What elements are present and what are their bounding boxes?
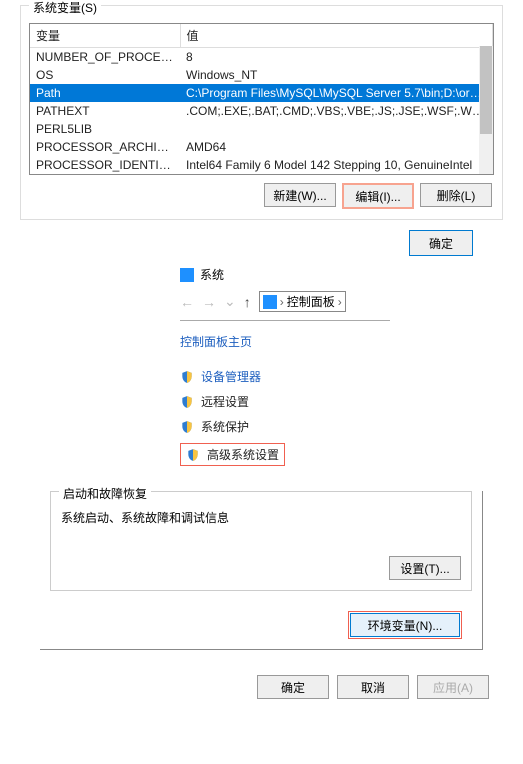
apply-button[interactable]: 应用(A): [417, 675, 489, 699]
up-arrow-icon[interactable]: ↑: [244, 294, 251, 310]
link-text: 设备管理器: [201, 368, 261, 385]
breadcrumb-item[interactable]: 控制面板: [287, 293, 335, 310]
col-variable[interactable]: 变量: [30, 24, 180, 48]
system-header: 系统: [180, 266, 390, 283]
table-row[interactable]: PATHEXT.COM;.EXE;.BAT;.CMD;.VBS;.VBE;.JS…: [30, 102, 493, 120]
shield-icon: [180, 420, 194, 434]
forward-arrow-icon[interactable]: →: [202, 294, 216, 310]
env-variables-button-highlight[interactable]: 环境变量(N)...: [348, 611, 462, 639]
cancel-button[interactable]: 取消: [337, 675, 409, 699]
dialog-buttons: 确定 取消 应用(A): [0, 675, 489, 699]
group-label: 系统变量(S): [29, 0, 101, 16]
computer-icon: [263, 295, 277, 309]
edit-button[interactable]: 编辑(I)...: [342, 183, 414, 209]
env-variables-button[interactable]: 环境变量(N)...: [350, 613, 460, 637]
variables-table[interactable]: 变量 值 NUMBER_OF_PROCESSORS8 OSWindows_NT …: [30, 24, 493, 174]
startup-recovery-group: 启动和故障恢复 系统启动、系统故障和调试信息 设置(T)...: [50, 491, 472, 591]
ok-row: 确定: [0, 230, 473, 256]
breadcrumb: ← → ⌄ ↑ › 控制面板 ›: [180, 291, 390, 321]
system-properties-panel: 启动和故障恢复 系统启动、系统故障和调试信息 设置(T)... 环境变量(N).…: [40, 491, 483, 650]
table-row-selected[interactable]: PathC:\Program Files\MySQL\MySQL Server …: [30, 84, 493, 102]
variable-buttons-row: 新建(W)... 编辑(I)... 删除(L): [21, 183, 492, 209]
system-nav-block: 系统 ← → ⌄ ↑ › 控制面板 › 控制面板主页 设备管理器 远程设置 系统…: [180, 266, 390, 466]
link-advanced-settings-highlight[interactable]: 高级系统设置: [180, 443, 285, 466]
chevron-right-icon: ›: [338, 295, 342, 309]
link-system-protection[interactable]: 系统保护: [180, 418, 390, 435]
computer-icon: [180, 268, 194, 282]
link-remote-settings[interactable]: 远程设置: [180, 393, 390, 410]
table-row[interactable]: OSWindows_NT: [30, 66, 493, 84]
scroll-thumb[interactable]: [480, 46, 492, 134]
ok-button[interactable]: 确定: [257, 675, 329, 699]
control-panel-home[interactable]: 控制面板主页: [180, 333, 390, 350]
link-text: 系统保护: [201, 418, 249, 435]
system-variables-group: 系统变量(S) 变量 值 NUMBER_OF_PROCESSORS8 OSWin…: [20, 5, 503, 220]
shield-icon: [186, 448, 200, 462]
link-device-manager[interactable]: 设备管理器: [180, 368, 390, 385]
shield-icon: [180, 395, 194, 409]
scrollbar[interactable]: [479, 46, 493, 174]
chevron-right-icon: ›: [280, 295, 284, 309]
shield-icon: [180, 370, 194, 384]
ok-button[interactable]: 确定: [409, 230, 473, 256]
table-row[interactable]: PROCESSOR_IDENTIFIERIntel64 Family 6 Mod…: [30, 156, 493, 174]
settings-button[interactable]: 设置(T)...: [389, 556, 461, 580]
recent-dropdown-icon[interactable]: ⌄: [224, 293, 236, 310]
variables-table-wrap: 变量 值 NUMBER_OF_PROCESSORS8 OSWindows_NT …: [29, 23, 494, 175]
back-arrow-icon[interactable]: ←: [180, 294, 194, 310]
table-header-row: 变量 值: [30, 24, 493, 48]
group-label: 启动和故障恢复: [59, 485, 151, 502]
startup-description: 系统启动、系统故障和调试信息: [61, 509, 461, 526]
table-row[interactable]: PERL5LIB: [30, 120, 493, 138]
delete-button[interactable]: 删除(L): [420, 183, 492, 207]
new-button[interactable]: 新建(W)...: [264, 183, 336, 207]
breadcrumb-box[interactable]: › 控制面板 ›: [259, 291, 346, 312]
col-value[interactable]: 值: [180, 24, 493, 48]
link-text: 高级系统设置: [207, 446, 279, 463]
table-row[interactable]: NUMBER_OF_PROCESSORS8: [30, 48, 493, 67]
table-row[interactable]: PROCESSOR_ARCHITECT...AMD64: [30, 138, 493, 156]
system-label: 系统: [200, 266, 224, 283]
link-text: 远程设置: [201, 393, 249, 410]
